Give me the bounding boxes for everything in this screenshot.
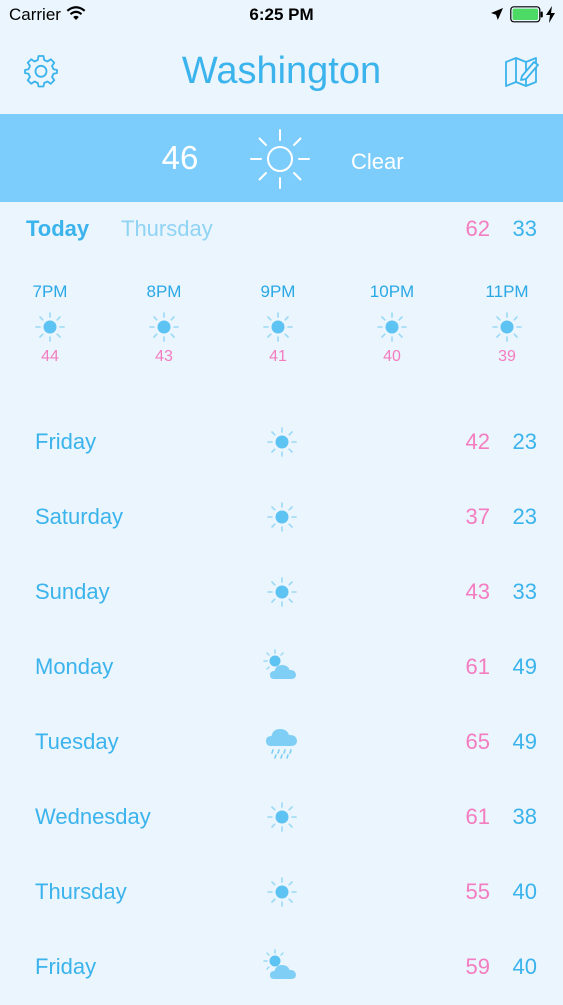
daily-low: 23 (512, 429, 537, 454)
daily-low: 33 (512, 579, 537, 604)
daily-high: 43 (465, 579, 490, 604)
battery-icon (510, 6, 543, 23)
daily-row[interactable]: Wednesday 61 38 (0, 780, 563, 855)
hour-item: 11PM 39 (467, 280, 547, 385)
hour-time: 8PM (146, 282, 182, 301)
today-high: 62 (465, 216, 490, 241)
daily-low: 49 (512, 654, 537, 679)
daily-low: 49 (512, 729, 537, 754)
daily-row[interactable]: Monday 61 49 (0, 630, 563, 705)
today-label: Today (26, 216, 90, 241)
daily-day: Friday (35, 954, 97, 979)
daily-row[interactable]: Sunday 43 33 (0, 555, 563, 630)
hour-item: 7PM 44 (10, 280, 90, 385)
current-temp: 46 (161, 139, 199, 176)
daily-row[interactable]: Saturday 37 23 (0, 480, 563, 555)
current-condition: Clear (351, 149, 404, 174)
sun-icon (376, 311, 408, 343)
hour-temp: 41 (269, 348, 287, 365)
today-summary: Today Thursday 62 33 (0, 202, 563, 254)
daily-high: 59 (465, 954, 490, 979)
sun-icon (262, 311, 294, 343)
daily-day: Monday (35, 654, 114, 679)
daily-high: 65 (465, 729, 490, 754)
today-day: Thursday (121, 216, 213, 241)
daily-high: 61 (465, 654, 490, 679)
hour-item: 8PM 43 (124, 280, 204, 385)
rain-cloud-icon (262, 724, 302, 760)
daily-low: 23 (512, 504, 537, 529)
daily-row[interactable]: Friday 42 23 (0, 405, 563, 480)
daily-row[interactable]: Thursday 55 40 (0, 855, 563, 930)
hour-temp: 40 (383, 348, 401, 365)
daily-day: Sunday (35, 579, 110, 604)
sun-icon (34, 311, 66, 343)
daily-low: 40 (512, 954, 537, 979)
daily-low: 40 (512, 879, 537, 904)
daily-day: Friday (35, 429, 97, 454)
hour-time: 9PM (260, 282, 296, 301)
sun-icon (250, 129, 310, 189)
hour-temp: 44 (41, 348, 59, 365)
daily-day: Wednesday (35, 804, 151, 829)
sun-icon (267, 802, 297, 832)
sun-icon (267, 877, 297, 907)
map-edit-icon[interactable] (504, 54, 540, 88)
hour-time: 11PM (485, 282, 529, 301)
hour-item: 10PM 40 (352, 280, 432, 385)
daily-high: 61 (465, 804, 490, 829)
partly-cloudy-icon (262, 949, 302, 985)
hour-item: 9PM 41 (238, 280, 318, 385)
daily-row[interactable]: Tuesday 65 49 (0, 705, 563, 780)
daily-low: 38 (512, 804, 537, 829)
sun-icon (267, 502, 297, 532)
daily-row[interactable]: Friday 59 40 (0, 930, 563, 1005)
hourly-forecast: 7PM 44 8PM 43 9PM 41 10PM 40 11PM 39 (0, 280, 563, 390)
daily-day: Thursday (35, 879, 127, 904)
status-time: 6:25 PM (249, 5, 314, 24)
sun-icon (267, 427, 297, 457)
header: Washington (0, 30, 563, 114)
today-low: 33 (512, 216, 537, 241)
location-arrow-icon (491, 8, 503, 20)
daily-high: 42 (465, 429, 490, 454)
daily-high: 55 (465, 879, 490, 904)
partly-cloudy-icon (262, 649, 302, 685)
hour-time: 7PM (32, 282, 68, 301)
hour-temp: 39 (498, 348, 516, 365)
hour-temp: 43 (155, 348, 173, 365)
daily-high: 37 (465, 504, 490, 529)
sun-icon (148, 311, 180, 343)
sun-icon (267, 577, 297, 607)
city-title: Washington (181, 50, 382, 92)
status-bar: Carrier 6:25 PM (0, 0, 563, 30)
current-conditions: 46 Clear (0, 114, 563, 202)
daily-day: Tuesday (35, 729, 119, 754)
hour-time: 10PM (369, 282, 415, 301)
sun-icon (491, 311, 523, 343)
charging-bolt-icon (546, 6, 555, 23)
daily-day: Saturday (35, 504, 124, 529)
